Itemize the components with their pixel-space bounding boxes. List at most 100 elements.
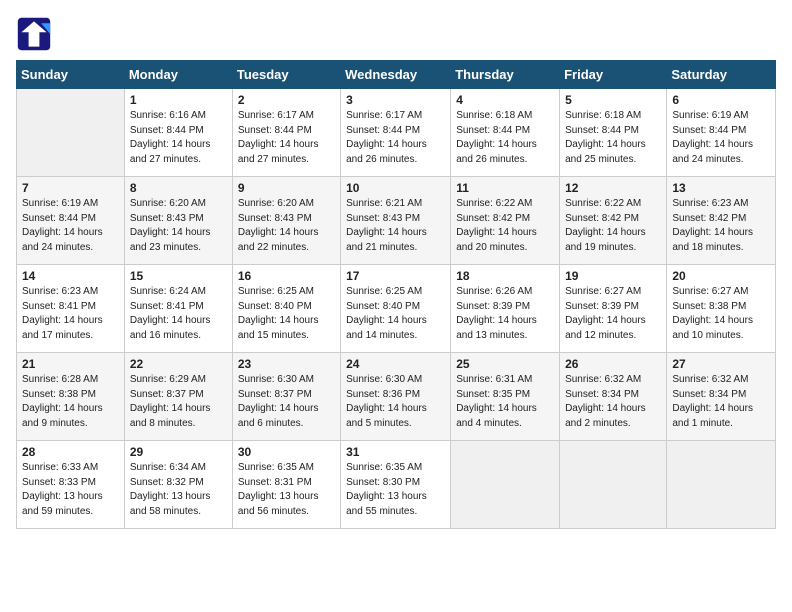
calendar-cell: 3Sunrise: 6:17 AM Sunset: 8:44 PM Daylig…: [341, 89, 451, 177]
day-number: 25: [456, 357, 554, 371]
day-header-thursday: Thursday: [451, 61, 560, 89]
calendar-cell: 10Sunrise: 6:21 AM Sunset: 8:43 PM Dayli…: [341, 177, 451, 265]
cell-info: Sunrise: 6:18 AM Sunset: 8:44 PM Dayligh…: [565, 109, 661, 167]
day-number: 19: [565, 269, 661, 283]
day-number: 20: [672, 269, 770, 283]
cell-info: Sunrise: 6:33 AM Sunset: 8:33 PM Dayligh…: [22, 461, 119, 519]
calendar-cell: 19 Sunrise: 6:27 AM Sunset: 8:39 PM Dayli…: [560, 265, 667, 353]
day-header-saturday: Saturday: [667, 61, 776, 89]
day-number: 7: [22, 181, 119, 195]
day-number: 18: [456, 269, 554, 283]
calendar-cell: 25 Sunrise: 6:31 AM Sunset: 8:35 PM Dayli…: [451, 353, 560, 441]
cell-info: Sunrise: 6:24 AM Sunset: 8:41 PM Dayligh…: [130, 285, 227, 343]
cell-info: Sunrise: 6:19 AM Sunset: 8:44 PM Dayligh…: [672, 109, 770, 167]
day-header-tuesday: Tuesday: [232, 61, 340, 89]
week-row-4: 21Sunrise: 6:28 AM Sunset: 8:38 PM Dayli…: [17, 353, 776, 441]
calendar-cell: 13 Sunrise: 6:23 AM Sunset: 8:42 PM Dayli…: [667, 177, 776, 265]
calendar-cell: 18 Sunrise: 6:26 AM Sunset: 8:39 PM Dayli…: [451, 265, 560, 353]
cell-info: Sunrise: 6:34 AM Sunset: 8:32 PM Dayligh…: [130, 461, 227, 519]
cell-info: Sunrise: 6:30 AM Sunset: 8:36 PM Dayligh…: [346, 373, 445, 431]
cell-info: Sunrise: 6:22 AM Sunset: 8:42 PM Dayligh…: [456, 197, 554, 255]
calendar-cell: 17 Sunrise: 6:25 AM Sunset: 8:40 PM Dayli…: [341, 265, 451, 353]
cell-info: Sunrise: 6:29 AM Sunset: 8:37 PM Dayligh…: [130, 373, 227, 431]
logo: [16, 16, 56, 52]
cell-info: Sunrise: 6:32 AM Sunset: 8:34 PM Dayligh…: [565, 373, 661, 431]
calendar-cell: 24 Sunrise: 6:30 AM Sunset: 8:36 PM Dayli…: [341, 353, 451, 441]
calendar-cell: 31 Sunrise: 6:35 AM Sunset: 8:30 PM Dayli…: [341, 441, 451, 529]
calendar-cell: 20 Sunrise: 6:27 AM Sunset: 8:38 PM Dayli…: [667, 265, 776, 353]
calendar-cell: 27 Sunrise: 6:32 AM Sunset: 8:34 PM Dayli…: [667, 353, 776, 441]
day-number: 21: [22, 357, 119, 371]
calendar-cell: 1Sunrise: 6:16 AM Sunset: 8:44 PM Daylig…: [124, 89, 232, 177]
day-number: 27: [672, 357, 770, 371]
calendar-cell: 12 Sunrise: 6:22 AM Sunset: 8:42 PM Dayli…: [560, 177, 667, 265]
week-row-5: 28 Sunrise: 6:33 AM Sunset: 8:33 PM Dayli…: [17, 441, 776, 529]
calendar-cell: 30 Sunrise: 6:35 AM Sunset: 8:31 PM Dayli…: [232, 441, 340, 529]
header-row: SundayMondayTuesdayWednesdayThursdayFrid…: [17, 61, 776, 89]
day-number: 23: [238, 357, 335, 371]
day-number: 26: [565, 357, 661, 371]
day-header-monday: Monday: [124, 61, 232, 89]
calendar-cell: 5 Sunrise: 6:18 AM Sunset: 8:44 PM Daylig…: [560, 89, 667, 177]
day-number: 14: [22, 269, 119, 283]
cell-info: Sunrise: 6:25 AM Sunset: 8:40 PM Dayligh…: [346, 285, 445, 343]
day-number: 12: [565, 181, 661, 195]
day-number: 30: [238, 445, 335, 459]
header: [16, 16, 776, 52]
calendar-cell: 14 Sunrise: 6:23 AM Sunset: 8:41 PM Dayli…: [17, 265, 125, 353]
day-number: 17: [346, 269, 445, 283]
cell-info: Sunrise: 6:27 AM Sunset: 8:39 PM Dayligh…: [565, 285, 661, 343]
calendar-cell: 28 Sunrise: 6:33 AM Sunset: 8:33 PM Dayli…: [17, 441, 125, 529]
cell-info: Sunrise: 6:35 AM Sunset: 8:31 PM Dayligh…: [238, 461, 335, 519]
cell-info: Sunrise: 6:23 AM Sunset: 8:42 PM Dayligh…: [672, 197, 770, 255]
cell-info: Sunrise: 6:22 AM Sunset: 8:42 PM Dayligh…: [565, 197, 661, 255]
day-number: 8: [130, 181, 227, 195]
day-number: 4: [456, 93, 554, 107]
calendar-cell: [560, 441, 667, 529]
cell-info: Sunrise: 6:23 AM Sunset: 8:41 PM Dayligh…: [22, 285, 119, 343]
cell-info: Sunrise: 6:26 AM Sunset: 8:39 PM Dayligh…: [456, 285, 554, 343]
day-header-sunday: Sunday: [17, 61, 125, 89]
day-number: 24: [346, 357, 445, 371]
calendar-cell: 6 Sunrise: 6:19 AM Sunset: 8:44 PM Daylig…: [667, 89, 776, 177]
calendar-cell: 2Sunrise: 6:17 AM Sunset: 8:44 PM Daylig…: [232, 89, 340, 177]
day-number: 11: [456, 181, 554, 195]
week-row-3: 14 Sunrise: 6:23 AM Sunset: 8:41 PM Dayli…: [17, 265, 776, 353]
week-row-1: 1Sunrise: 6:16 AM Sunset: 8:44 PM Daylig…: [17, 89, 776, 177]
day-number: 13: [672, 181, 770, 195]
calendar-cell: 9 Sunrise: 6:20 AM Sunset: 8:43 PM Daylig…: [232, 177, 340, 265]
day-header-wednesday: Wednesday: [341, 61, 451, 89]
cell-info: Sunrise: 6:35 AM Sunset: 8:30 PM Dayligh…: [346, 461, 445, 519]
logo-icon: [16, 16, 52, 52]
day-number: 28: [22, 445, 119, 459]
calendar-cell: 22 Sunrise: 6:29 AM Sunset: 8:37 PM Dayli…: [124, 353, 232, 441]
day-number: 5: [565, 93, 661, 107]
cell-info: Sunrise: 6:16 AM Sunset: 8:44 PM Dayligh…: [130, 109, 227, 167]
day-number: 16: [238, 269, 335, 283]
calendar-cell: 26 Sunrise: 6:32 AM Sunset: 8:34 PM Dayli…: [560, 353, 667, 441]
calendar-cell: 8 Sunrise: 6:20 AM Sunset: 8:43 PM Daylig…: [124, 177, 232, 265]
day-number: 9: [238, 181, 335, 195]
cell-info: Sunrise: 6:32 AM Sunset: 8:34 PM Dayligh…: [672, 373, 770, 431]
cell-info: Sunrise: 6:18 AM Sunset: 8:44 PM Dayligh…: [456, 109, 554, 167]
calendar-cell: [17, 89, 125, 177]
cell-info: Sunrise: 6:17 AM Sunset: 8:44 PM Dayligh…: [346, 109, 445, 167]
cell-info: Sunrise: 6:27 AM Sunset: 8:38 PM Dayligh…: [672, 285, 770, 343]
calendar-cell: 16Sunrise: 6:25 AM Sunset: 8:40 PM Dayli…: [232, 265, 340, 353]
cell-info: Sunrise: 6:20 AM Sunset: 8:43 PM Dayligh…: [238, 197, 335, 255]
day-number: 22: [130, 357, 227, 371]
day-number: 29: [130, 445, 227, 459]
calendar-cell: 11 Sunrise: 6:22 AM Sunset: 8:42 PM Dayli…: [451, 177, 560, 265]
calendar-cell: 29 Sunrise: 6:34 AM Sunset: 8:32 PM Dayli…: [124, 441, 232, 529]
day-header-friday: Friday: [560, 61, 667, 89]
day-number: 6: [672, 93, 770, 107]
calendar-cell: 4 Sunrise: 6:18 AM Sunset: 8:44 PM Daylig…: [451, 89, 560, 177]
calendar-cell: [667, 441, 776, 529]
calendar-cell: 7Sunrise: 6:19 AM Sunset: 8:44 PM Daylig…: [17, 177, 125, 265]
cell-info: Sunrise: 6:20 AM Sunset: 8:43 PM Dayligh…: [130, 197, 227, 255]
day-number: 31: [346, 445, 445, 459]
calendar-table: SundayMondayTuesdayWednesdayThursdayFrid…: [16, 60, 776, 529]
calendar-cell: 15Sunrise: 6:24 AM Sunset: 8:41 PM Dayli…: [124, 265, 232, 353]
cell-info: Sunrise: 6:31 AM Sunset: 8:35 PM Dayligh…: [456, 373, 554, 431]
cell-info: Sunrise: 6:17 AM Sunset: 8:44 PM Dayligh…: [238, 109, 335, 167]
